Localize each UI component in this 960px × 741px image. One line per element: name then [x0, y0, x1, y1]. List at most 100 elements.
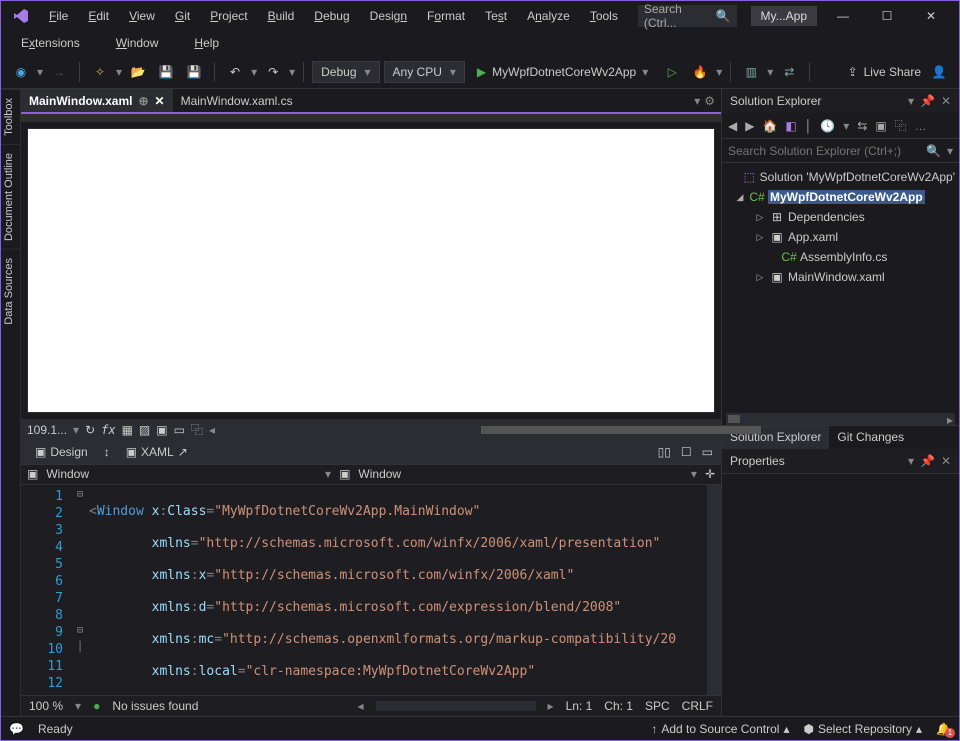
cursor-col[interactable]: Ch: 1 — [604, 699, 633, 713]
refresh-icon[interactable]: ↻ — [85, 423, 95, 437]
menu-format[interactable]: Format — [417, 5, 475, 27]
se-h-scroll[interactable]: ▸ — [726, 413, 955, 425]
se-search[interactable]: 🔍▾ — [722, 139, 959, 163]
ruler-icon[interactable]: ▭ — [174, 423, 185, 437]
tool-group-1[interactable]: ▥ — [739, 60, 763, 84]
add-source-control[interactable]: ↑ Add to Source Control ▴ — [651, 722, 789, 736]
feedback-icon[interactable]: 💬 — [9, 722, 24, 736]
tree-dependencies[interactable]: Dependencies — [788, 210, 865, 224]
menu-extensions[interactable]: Extensions — [11, 32, 90, 54]
expand-icon[interactable]: ▷ — [754, 272, 766, 283]
se-collapse-icon[interactable]: ⿻ — [895, 117, 907, 134]
expand-icon[interactable]: ◢ — [734, 192, 746, 203]
code-content[interactable]: <Window x:Class="MyWpfDotnetCoreWv2App.M… — [89, 485, 707, 695]
fx-icon[interactable]: fx — [101, 423, 115, 437]
xaml-designer-canvas[interactable] — [27, 128, 715, 413]
menu-tools[interactable]: Tools — [580, 5, 628, 27]
hot-reload-button[interactable]: 🔥 — [688, 60, 712, 84]
layout-icon[interactable]: ⿻ — [191, 421, 203, 438]
tree-assemblyinfo[interactable]: AssemblyInfo.cs — [800, 250, 887, 264]
liveshare-button[interactable]: Live Share — [864, 65, 921, 79]
fold-gutter[interactable]: ⊟⊟│ — [71, 485, 89, 695]
tab-mainwindow-xaml-cs[interactable]: MainWindow.xaml.cs — [173, 89, 301, 112]
editor-zoom[interactable]: 100 % — [29, 699, 63, 713]
se-showall-icon[interactable]: ▣ — [875, 119, 886, 133]
properties-panel[interactable] — [722, 473, 959, 716]
close-button[interactable]: ✕ — [909, 2, 953, 30]
select-repository[interactable]: ⬢ Select Repository ▴ — [803, 722, 922, 736]
editor-h-scroll[interactable] — [376, 701, 536, 711]
se-sync-icon[interactable]: ⇆ — [857, 119, 867, 133]
menu-help[interactable]: Help — [184, 32, 229, 54]
new-item-button[interactable]: ✧ — [88, 60, 112, 84]
pin-icon[interactable]: 📌 — [920, 454, 935, 468]
panel-menu-icon[interactable]: ▾ — [908, 94, 914, 108]
zoom-level[interactable]: 109.1... — [27, 423, 67, 437]
rail-document-outline[interactable]: Document Outline — [1, 144, 20, 249]
code-editor[interactable]: 123456789101112 ⊟⊟│ <Window x:Class="MyW… — [21, 485, 721, 695]
tabs-overflow-icon[interactable]: ▾ — [694, 94, 700, 108]
se-back-icon[interactable]: ◀ — [728, 119, 737, 133]
menu-build[interactable]: Build — [258, 5, 305, 27]
expand-icon[interactable]: ▷ — [754, 232, 766, 243]
menu-project[interactable]: Project — [200, 5, 257, 27]
open-folder-button[interactable]: 📂 — [126, 60, 150, 84]
se-fwd-icon[interactable]: ▶ — [745, 119, 754, 133]
menu-view[interactable]: View — [119, 5, 165, 27]
undo-button[interactable]: ↶ — [223, 60, 247, 84]
menu-git[interactable]: Git — [165, 5, 200, 27]
tree-mainwindow[interactable]: MainWindow.xaml — [788, 270, 885, 284]
se-refresh-icon[interactable]: 🕓 — [820, 119, 835, 133]
crumb-left[interactable]: Window — [46, 467, 89, 481]
minimize-button[interactable]: — — [821, 2, 865, 30]
tabs-settings-icon[interactable]: ⚙ — [704, 94, 715, 108]
start-debug-button[interactable]: ▶MyWpfDotnetCoreWv2App▾ — [469, 60, 656, 84]
split-editor-icon[interactable]: ✛ — [705, 467, 715, 481]
grid-icon[interactable]: ▦ — [122, 423, 133, 437]
tree-solution[interactable]: Solution 'MyWpfDotnetCoreWv2App' — [760, 170, 955, 184]
swap-icon[interactable]: ↕ — [104, 445, 110, 459]
panel-close-icon[interactable]: ✕ — [941, 454, 951, 468]
expand-icon[interactable]: ▷ — [754, 212, 766, 223]
menu-design[interactable]: Design — [360, 5, 417, 27]
cursor-line[interactable]: Ln: 1 — [566, 699, 593, 713]
start-nodebug-button[interactable]: ▷ — [660, 60, 684, 84]
tab-mainwindow-xaml[interactable]: MainWindow.xaml⊕✕ — [21, 89, 173, 112]
tree-project[interactable]: MyWpfDotnetCoreWv2App — [768, 190, 925, 204]
design-pane-button[interactable]: ▣ Design — [29, 443, 94, 461]
designer-h-scroll[interactable] — [221, 425, 703, 435]
maximize-button[interactable]: ☐ — [865, 2, 909, 30]
menu-analyze[interactable]: Analyze — [517, 5, 580, 27]
close-tab-icon[interactable]: ✕ — [155, 94, 165, 108]
split-h-icon[interactable]: ▯▯ — [658, 445, 671, 459]
menu-edit[interactable]: Edit — [78, 5, 119, 27]
project-badge[interactable]: My...App — [751, 6, 817, 26]
crumb-right[interactable]: Window — [358, 467, 401, 481]
nav-fwd-button[interactable]: → — [47, 60, 71, 84]
rail-toolbox[interactable]: Toolbox — [1, 89, 20, 144]
editor-v-scroll[interactable] — [707, 485, 721, 695]
line-ending[interactable]: CRLF — [682, 699, 713, 713]
pin-icon[interactable]: ⊕ — [138, 94, 148, 108]
redo-button[interactable]: ↷ — [261, 60, 285, 84]
tree-appxaml[interactable]: App.xaml — [788, 230, 838, 244]
config-combo[interactable]: Debug▾ — [312, 61, 379, 83]
snap-icon[interactable]: ▨ — [139, 423, 150, 437]
platform-combo[interactable]: Any CPU▾ — [384, 61, 465, 83]
indent-mode[interactable]: SPC — [645, 699, 670, 713]
collapse-icon[interactable]: ▭ — [702, 445, 713, 459]
se-search-input[interactable] — [728, 144, 920, 158]
issues-label[interactable]: No issues found — [112, 699, 198, 713]
panel-close-icon[interactable]: ✕ — [941, 94, 951, 108]
se-home-icon[interactable]: 🏠 — [762, 119, 777, 133]
rail-data-sources[interactable]: Data Sources — [1, 249, 20, 333]
account-button[interactable]: 👤 — [927, 60, 951, 84]
save-all-button[interactable]: 💾 — [182, 60, 206, 84]
panel-menu-icon[interactable]: ▾ — [908, 454, 914, 468]
menu-file[interactable]: FFileile — [39, 5, 78, 27]
notifications-icon[interactable]: 🔔1 — [936, 722, 951, 736]
tab-git-changes[interactable]: Git Changes — [829, 426, 912, 449]
menu-debug[interactable]: Debug — [304, 5, 359, 27]
quick-search[interactable]: Search (Ctrl... 🔍 — [638, 5, 737, 27]
se-scope-icon[interactable]: ◧ — [785, 119, 796, 133]
